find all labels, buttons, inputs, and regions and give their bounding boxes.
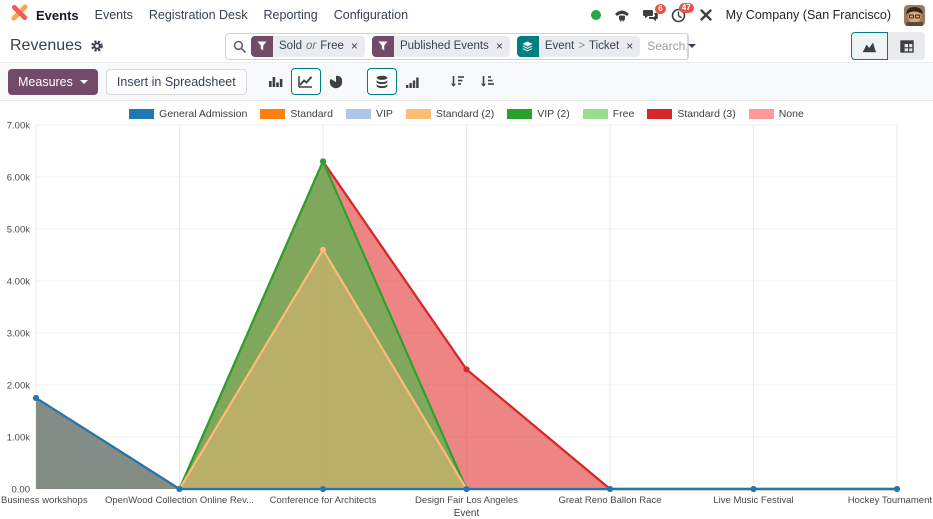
svg-text:Event: Event (454, 508, 480, 519)
svg-text:7.00k: 7.00k (7, 122, 30, 132)
menu-reporting[interactable]: Reporting (264, 8, 318, 22)
svg-text:Conference for Architects: Conference for Architects (270, 495, 377, 506)
softphone-icon[interactable] (614, 9, 630, 22)
user-avatar[interactable] (904, 5, 925, 26)
legend-swatch (647, 109, 672, 119)
search-bar: Sold or Free × Published Events × (225, 33, 689, 60)
company-name[interactable]: My Company (San Francisco) (726, 8, 891, 22)
insert-in-spreadsheet-button[interactable]: Insert in Spreadsheet (106, 69, 247, 95)
chart-legend: General Admission Standard VIP Standard (2)… (0, 101, 933, 122)
svg-text:3.00k: 3.00k (7, 329, 30, 340)
facet-remove-icon[interactable]: × (495, 36, 510, 57)
chart-type-group (261, 68, 351, 95)
legend-label: Standard (3) (677, 108, 735, 120)
svg-text:6.00k: 6.00k (7, 173, 30, 184)
pie-chart-button[interactable] (321, 68, 351, 95)
svg-text:5.00k: 5.00k (7, 225, 30, 236)
facet-label: Published Events (394, 36, 495, 57)
svg-text:1.00k: 1.00k (7, 433, 30, 444)
bar-chart-button[interactable] (261, 68, 291, 95)
activities-icon[interactable]: 47 (671, 8, 686, 23)
measures-button[interactable]: Measures (8, 69, 98, 95)
legend-swatch (406, 109, 431, 119)
view-switcher (851, 32, 925, 60)
activities-count-badge: 47 (679, 3, 694, 13)
legend-label: None (779, 108, 804, 120)
legend-label: General Admission (159, 108, 247, 120)
legend-item[interactable]: VIP (2) (507, 108, 569, 120)
legend-item[interactable]: Standard (2) (406, 108, 494, 120)
svg-text:0.00: 0.00 (12, 485, 31, 496)
legend-item[interactable]: Standard (260, 108, 333, 120)
filter-icon (372, 36, 394, 57)
legend-item[interactable]: General Admission (129, 108, 247, 120)
filter-icon (251, 36, 273, 57)
measures-label: Measures (18, 75, 73, 89)
graph-toolbar: Measures Insert in Spreadsheet (0, 63, 933, 101)
menu-configuration[interactable]: Configuration (334, 8, 408, 22)
svg-text:Great Reno Ballon Race: Great Reno Ballon Race (559, 495, 662, 506)
legend-swatch (346, 109, 371, 119)
legend-swatch (749, 109, 774, 119)
chevron-down-icon (688, 44, 696, 52)
facet-filter-published-events[interactable]: Published Events × (372, 36, 510, 57)
svg-text:Design Fair Los Angeles: Design Fair Los Angeles (415, 495, 518, 506)
layers-icon (517, 36, 539, 57)
revenue-chart[interactable]: 0.00 1.00k 2.00k 3.00k 4.00k 5.00k 6.00k 7.00k B… (0, 122, 933, 519)
cumulative-button[interactable] (397, 68, 427, 95)
top-navbar: Events Events Registration Desk Reportin… (0, 0, 933, 30)
legend-item[interactable]: Standard (3) (647, 108, 735, 120)
legend-item[interactable]: None (749, 108, 804, 120)
legend-swatch (260, 109, 285, 119)
legend-item[interactable]: Free (583, 108, 635, 120)
sort-group (443, 68, 503, 95)
search-input[interactable] (647, 39, 687, 53)
legend-label: Standard (290, 108, 333, 120)
legend-label: Free (613, 108, 635, 120)
line-chart-button[interactable] (291, 68, 321, 95)
legend-swatch (129, 109, 154, 119)
stack-mode-group (367, 68, 427, 95)
view-settings-gear-icon[interactable] (90, 39, 104, 53)
app-menu-button[interactable]: Events (10, 3, 79, 27)
svg-text:OpenWood Collection Online Rev: OpenWood Collection Online Rev... (105, 495, 254, 506)
facet-label: Sold or Free (273, 36, 350, 57)
legend-item[interactable]: VIP (346, 108, 393, 120)
legend-label: VIP (376, 108, 393, 120)
messages-icon[interactable]: 6 (643, 9, 658, 22)
control-panel: Revenues Sold or Free × (0, 30, 933, 63)
svg-text:Hockey Tournament: Hockey Tournament (848, 495, 933, 506)
stacked-button[interactable] (367, 68, 397, 95)
facet-groupby-event-ticket[interactable]: Event > Ticket × (517, 36, 640, 57)
chart-area: General Admission Standard VIP Standard (2)… (0, 101, 933, 519)
svg-text:2.00k: 2.00k (7, 381, 30, 392)
graph-view-button[interactable] (851, 32, 888, 60)
menu-events[interactable]: Events (95, 8, 133, 22)
page-title: Revenues (10, 37, 82, 55)
menu-registration-desk[interactable]: Registration Desk (149, 8, 248, 22)
pivot-view-button[interactable] (888, 32, 925, 60)
legend-label: VIP (2) (537, 108, 569, 120)
legend-swatch (507, 109, 532, 119)
tools-icon[interactable] (699, 8, 713, 22)
facet-filter-sold-or-free[interactable]: Sold or Free × (251, 36, 365, 57)
messages-count-badge: 6 (655, 4, 665, 14)
facet-label: Event > Ticket (539, 36, 625, 57)
app-name: Events (36, 8, 79, 23)
svg-text:Live Music Festival: Live Music Festival (713, 495, 793, 506)
legend-swatch (583, 109, 608, 119)
odoo-logo-icon (10, 3, 29, 27)
svg-text:4.00k: 4.00k (7, 277, 30, 288)
online-status-icon (591, 10, 601, 20)
legend-label: Standard (2) (436, 108, 494, 120)
facet-remove-icon[interactable]: × (350, 36, 365, 57)
sort-ascending-button[interactable] (473, 68, 503, 95)
svg-text:Business workshops: Business workshops (1, 495, 88, 506)
search-options-toggle[interactable] (687, 34, 696, 59)
sort-descending-button[interactable] (443, 68, 473, 95)
search-icon (233, 40, 246, 53)
chevron-down-icon (80, 80, 88, 88)
facet-remove-icon[interactable]: × (625, 36, 640, 57)
